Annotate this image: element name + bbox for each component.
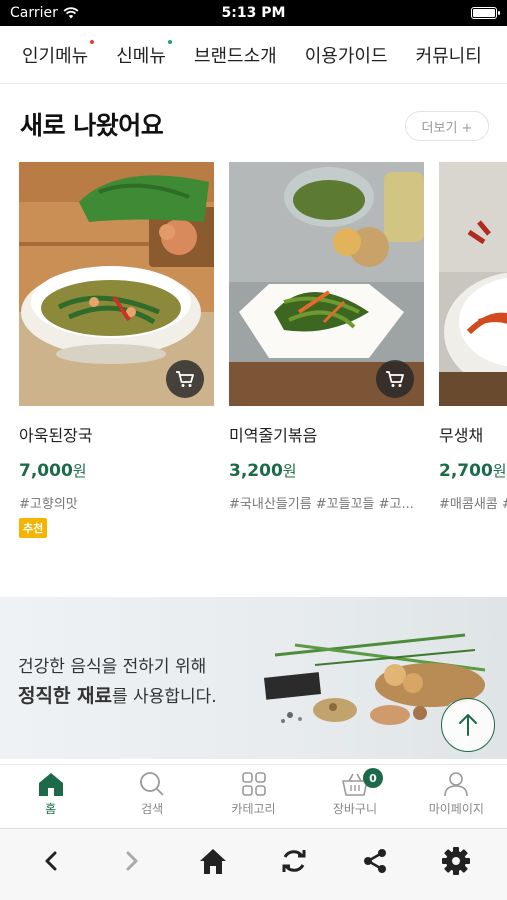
- nav-label: 신메뉴: [116, 45, 166, 67]
- tab-category[interactable]: 카테고리: [203, 765, 304, 828]
- person-icon: [444, 772, 469, 797]
- tab-mypage[interactable]: 마이페이지: [406, 765, 507, 828]
- forward-button[interactable]: [110, 839, 154, 883]
- product-card[interactable]: 무생채 2,700원 #매콤새콤 #: [439, 162, 507, 512]
- banner-line-1: 건강한 음식을 전하기 위해: [18, 657, 207, 677]
- back-button[interactable]: [29, 839, 73, 883]
- nav-popular-menu[interactable]: 인기메뉴: [22, 39, 95, 68]
- recommend-badge: 추천: [19, 518, 48, 538]
- price-currency: 원: [72, 462, 87, 480]
- refresh-icon: [282, 849, 306, 872]
- new-dot-indicator: [90, 39, 95, 44]
- product-card[interactable]: 미역줄기볶음 3,200원 #국내산들기름 #꼬들꼬들 #고...: [229, 162, 424, 512]
- tab-label: 장바구니: [332, 802, 377, 816]
- tab-label: 홈: [45, 802, 57, 816]
- price-value: 2,700: [439, 461, 493, 481]
- tab-label: 카테고리: [231, 802, 276, 816]
- search-icon: [140, 772, 164, 796]
- top-nav: 인기메뉴 신메뉴 브랜드소개 이용가이드 커뮤니티: [0, 26, 507, 84]
- product-tags: #국내산들기름 #꼬들꼬들 #고...: [229, 497, 414, 512]
- nav-community[interactable]: 커뮤니티: [416, 42, 482, 68]
- price-value: 3,200: [229, 461, 283, 481]
- product-card[interactable]: 아욱된장국 7,000원 #고향의맛 추천: [19, 162, 214, 538]
- price-value: 7,000: [19, 461, 73, 481]
- nav-label: 브랜드소개: [193, 45, 277, 67]
- more-button[interactable]: 더보기 +: [405, 111, 489, 141]
- nav-brand-intro[interactable]: 브랜드소개: [194, 42, 277, 68]
- forward-icon: [126, 851, 138, 870]
- add-to-cart-button[interactable]: [376, 360, 414, 398]
- product-tags: #매콤새콤 #: [439, 497, 507, 512]
- back-icon: [45, 851, 57, 870]
- home-icon: [38, 773, 63, 796]
- cart-icon: [386, 371, 404, 387]
- product-price: 3,200원: [229, 460, 424, 481]
- product-image[interactable]: [439, 162, 507, 406]
- banner-line-2-rest: 를 사용합니다.: [112, 687, 217, 707]
- tab-label: 마이페이지: [428, 802, 484, 816]
- banner-highlight: 정직한 재료: [18, 685, 113, 707]
- tab-cart[interactable]: 0 장바구니: [304, 765, 405, 828]
- browser-toolbar: [0, 828, 507, 900]
- settings-button[interactable]: [434, 839, 478, 883]
- product-name[interactable]: 아욱된장국: [19, 422, 214, 446]
- battery-icon: [471, 7, 500, 19]
- grid-icon: [241, 772, 266, 796]
- refresh-button[interactable]: [272, 839, 316, 883]
- add-to-cart-button[interactable]: [166, 360, 204, 398]
- status-bar: Carrier 5:13 PM: [0, 0, 507, 26]
- product-carousel[interactable]: 아욱된장국 7,000원 #고향의맛 추천 미역줄기볶음 3,200원 #국내산…: [19, 162, 507, 542]
- product-tags: #고향의맛: [19, 497, 78, 512]
- bottom-tab-bar: 홈 검색 카테고리 0 장바구니 마이페이지: [0, 764, 507, 828]
- banner-line-2: 정직한 재료를 사용합니다.: [18, 681, 217, 708]
- settings-icon: [442, 846, 471, 875]
- nav-label: 이용가이드: [304, 45, 388, 67]
- product-image[interactable]: [19, 162, 214, 406]
- nav-label: 커뮤니티: [415, 45, 482, 67]
- home-icon: [199, 848, 226, 874]
- nav-new-menu[interactable]: 신메뉴: [116, 39, 172, 68]
- share-button[interactable]: [353, 839, 397, 883]
- tab-home[interactable]: 홈: [0, 765, 101, 828]
- product-name[interactable]: 무생채: [439, 422, 507, 446]
- ingredients-banner[interactable]: 건강한 음식을 전하기 위해 정직한 재료를 사용합니다.: [0, 597, 507, 759]
- scroll-top-button[interactable]: [441, 698, 495, 752]
- product-name[interactable]: 미역줄기볶음: [229, 422, 424, 446]
- product-price: 2,700원: [439, 460, 507, 481]
- cart-icon: [176, 371, 194, 387]
- tab-search[interactable]: 검색: [101, 765, 202, 828]
- section-title: 새로 나왔어요: [20, 111, 164, 140]
- product-price: 7,000원: [19, 460, 214, 481]
- price-currency: 원: [282, 462, 297, 480]
- nav-usage-guide[interactable]: 이용가이드: [305, 42, 388, 68]
- new-dot-indicator: [167, 39, 172, 44]
- arrow-up-icon: [459, 714, 477, 736]
- price-currency: 원: [492, 462, 507, 480]
- product-image[interactable]: [229, 162, 424, 406]
- tab-label: 검색: [141, 802, 164, 816]
- browser-home-button[interactable]: [191, 839, 235, 883]
- cart-count-badge: 0: [362, 768, 383, 788]
- clock: 5:13 PM: [221, 5, 286, 21]
- nav-label: 인기메뉴: [22, 45, 89, 67]
- share-icon: [364, 848, 387, 873]
